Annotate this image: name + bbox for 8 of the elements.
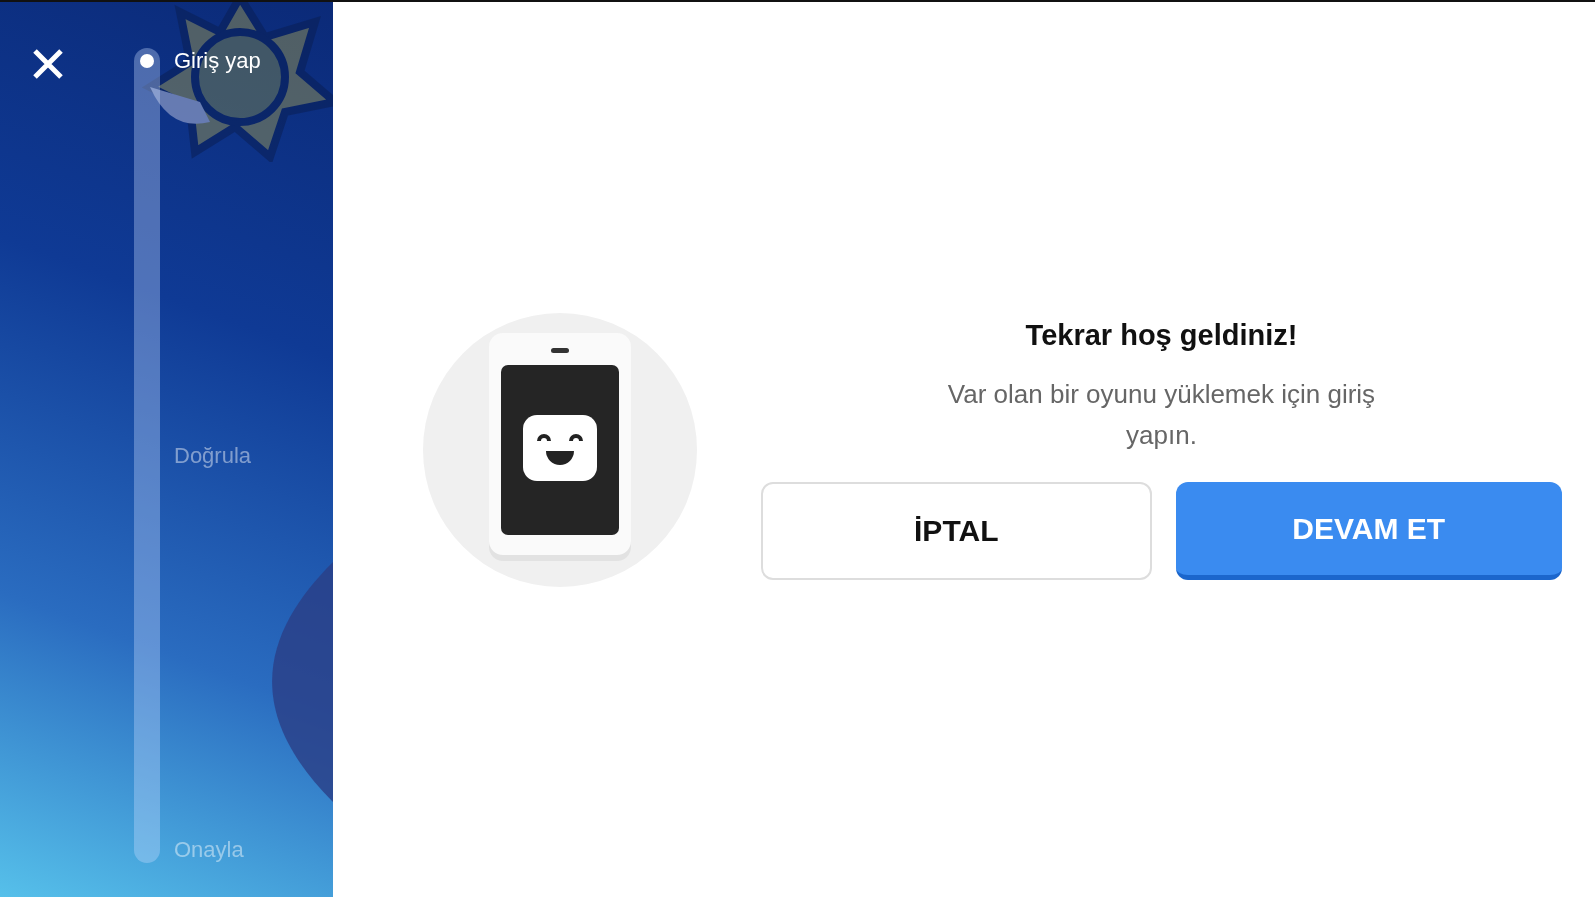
close-icon[interactable] — [32, 48, 64, 80]
dialog-title: Tekrar hoş geldiniz! — [1025, 319, 1298, 352]
step-label: Doğrula — [174, 442, 252, 469]
step-label: Giriş yap — [174, 48, 261, 74]
current-step-dot — [140, 54, 154, 68]
step-label: Onayla — [174, 837, 244, 863]
cancel-button[interactable]: İPTAL — [761, 482, 1152, 580]
dialog-message: Var olan bir oyunu yüklemek için giriş yapın. — [946, 378, 1377, 452]
